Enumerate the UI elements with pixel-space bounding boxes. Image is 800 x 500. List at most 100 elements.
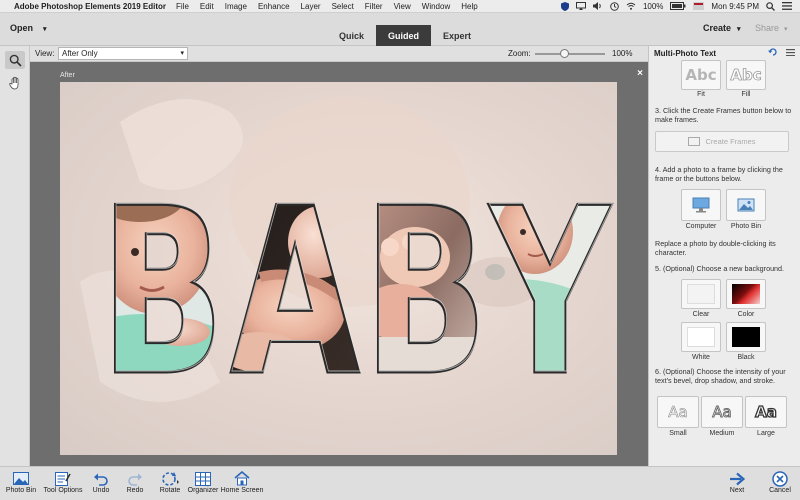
- after-label: After: [60, 72, 75, 79]
- shield-icon[interactable]: [560, 1, 569, 11]
- undo-icon: [94, 473, 108, 486]
- white-background-button[interactable]: [681, 322, 721, 352]
- panel-header: Multi-Photo Text: [649, 46, 800, 60]
- hand-tool[interactable]: [5, 74, 25, 92]
- tools-panel: [0, 46, 30, 466]
- airplay-icon[interactable]: [575, 2, 586, 10]
- chevron-down-icon: ▾: [43, 26, 47, 33]
- zoom-tool[interactable]: [5, 51, 25, 69]
- large-sample: Aa: [754, 402, 777, 421]
- menu-layer[interactable]: Layer: [301, 2, 321, 11]
- menu-enhance[interactable]: Enhance: [258, 2, 290, 11]
- volume-icon[interactable]: [592, 2, 603, 10]
- home-screen-button[interactable]: Home Screen: [218, 470, 266, 494]
- menu-bar: Adobe Photoshop Elements 2019 Editor Fil…: [0, 0, 800, 13]
- menu-help[interactable]: Help: [461, 2, 477, 11]
- large-intensity-button[interactable]: Aa: [745, 396, 787, 428]
- chevron-down-icon: ▾: [784, 26, 788, 33]
- undo-button[interactable]: Undo: [88, 470, 114, 494]
- tool-options-label: Tool Options: [43, 487, 83, 494]
- color-swatch: [732, 284, 760, 304]
- home-screen-label: Home Screen: [220, 487, 264, 494]
- medium-intensity-button[interactable]: Aa: [701, 396, 743, 428]
- canvas-area: After × B A B Y B A B Y: [30, 62, 648, 466]
- photo-bin-label: Photo Bin: [730, 223, 762, 230]
- guided-panel: Multi-Photo Text Abc Abc Fit Fill 3. Cli…: [648, 46, 800, 466]
- svg-text:Y: Y: [489, 159, 613, 426]
- color-label: Color: [737, 311, 755, 318]
- tab-guided[interactable]: Guided: [376, 25, 432, 46]
- create-label: Create: [703, 23, 732, 33]
- bottom-taskbar: Photo Bin Tool Options Undo Redo Rotate …: [0, 466, 800, 500]
- clear-swatch: [687, 284, 715, 304]
- rotate-button[interactable]: Rotate: [154, 470, 186, 494]
- black-background-button[interactable]: [726, 322, 766, 352]
- menu-view[interactable]: View: [394, 2, 411, 11]
- time-machine-icon[interactable]: [610, 1, 619, 11]
- close-icon[interactable]: ×: [637, 68, 643, 79]
- frame-icon: [688, 137, 701, 146]
- wifi-icon[interactable]: [626, 2, 636, 10]
- next-button[interactable]: Next: [724, 470, 750, 494]
- medium-sample: Aa: [712, 403, 732, 422]
- tab-quick[interactable]: Quick: [327, 25, 376, 46]
- view-select[interactable]: After Only ▾: [58, 47, 188, 60]
- color-background-button[interactable]: [726, 279, 766, 309]
- redo-button[interactable]: Redo: [122, 470, 148, 494]
- small-sample: Aa: [668, 403, 688, 422]
- clear-background-button[interactable]: [681, 279, 721, 309]
- create-frames-label: Create Frames: [705, 137, 756, 146]
- step3-text: 3. Click the Create Frames button below …: [655, 106, 792, 124]
- svg-text:B: B: [101, 159, 226, 426]
- step5-text: 5. (Optional) Choose a new background.: [655, 264, 785, 273]
- redo-icon: [128, 473, 142, 486]
- menu-select[interactable]: Select: [332, 2, 354, 11]
- menu-image[interactable]: Image: [225, 2, 247, 11]
- spotlight-icon[interactable]: [766, 1, 775, 11]
- input-menu-icon[interactable]: [693, 2, 705, 10]
- cancel-button[interactable]: Cancel: [764, 470, 796, 494]
- zoom-slider[interactable]: [535, 49, 605, 58]
- share-button[interactable]: Share ▾: [755, 23, 788, 33]
- photo-bin-icon: [737, 198, 755, 212]
- photo-bin-icon: [13, 472, 29, 485]
- step4-text: 4. Add a photo to a frame by clicking th…: [655, 165, 783, 183]
- small-intensity-button[interactable]: Aa: [657, 396, 699, 428]
- document-image[interactable]: B A B Y B A B Y: [60, 82, 617, 455]
- tab-expert[interactable]: Expert: [431, 25, 483, 46]
- fit-button[interactable]: Abc: [681, 60, 721, 90]
- rotate-label: Rotate: [159, 487, 181, 494]
- mode-tabs: Quick Guided Expert: [327, 25, 483, 46]
- organizer-button[interactable]: Organizer: [186, 470, 220, 494]
- tool-options-button[interactable]: Tool Options: [40, 470, 86, 494]
- fill-button[interactable]: Abc: [726, 60, 766, 90]
- menu-file[interactable]: File: [176, 2, 189, 11]
- rotate-icon: [162, 471, 179, 486]
- photo-bin-button[interactable]: [726, 189, 766, 221]
- computer-label: Computer: [685, 223, 717, 230]
- white-swatch: [687, 327, 715, 347]
- small-label: Small: [669, 430, 687, 437]
- photo-bin-taskbar-button[interactable]: Photo Bin: [4, 470, 38, 494]
- redo-label: Redo: [126, 487, 144, 494]
- app-name[interactable]: Adobe Photoshop Elements 2019 Editor: [14, 2, 166, 11]
- battery-icon[interactable]: [670, 2, 686, 10]
- battery-percent: 100%: [642, 1, 664, 11]
- computer-button[interactable]: [681, 189, 721, 221]
- menu-edit[interactable]: Edit: [200, 2, 214, 11]
- notification-center-icon[interactable]: [782, 2, 792, 10]
- zoom-slider-handle[interactable]: [560, 49, 569, 58]
- menu-window[interactable]: Window: [422, 2, 450, 11]
- create-frames-button: Create Frames: [655, 131, 789, 152]
- menu-filter[interactable]: Filter: [365, 2, 383, 11]
- undo-arrow-icon[interactable]: [767, 48, 778, 56]
- step6-text: 6. (Optional) Choose the intensity of yo…: [655, 367, 786, 385]
- organizer-icon: [195, 471, 211, 486]
- home-icon: [234, 471, 250, 486]
- panel-menu-icon[interactable]: [786, 49, 795, 57]
- large-label: Large: [757, 430, 775, 437]
- fill-sample: Abc: [730, 66, 762, 85]
- open-button[interactable]: Open ▾: [10, 23, 47, 33]
- create-button[interactable]: Create ▾: [703, 23, 741, 33]
- clock[interactable]: Mon 9:45 PM: [711, 2, 759, 11]
